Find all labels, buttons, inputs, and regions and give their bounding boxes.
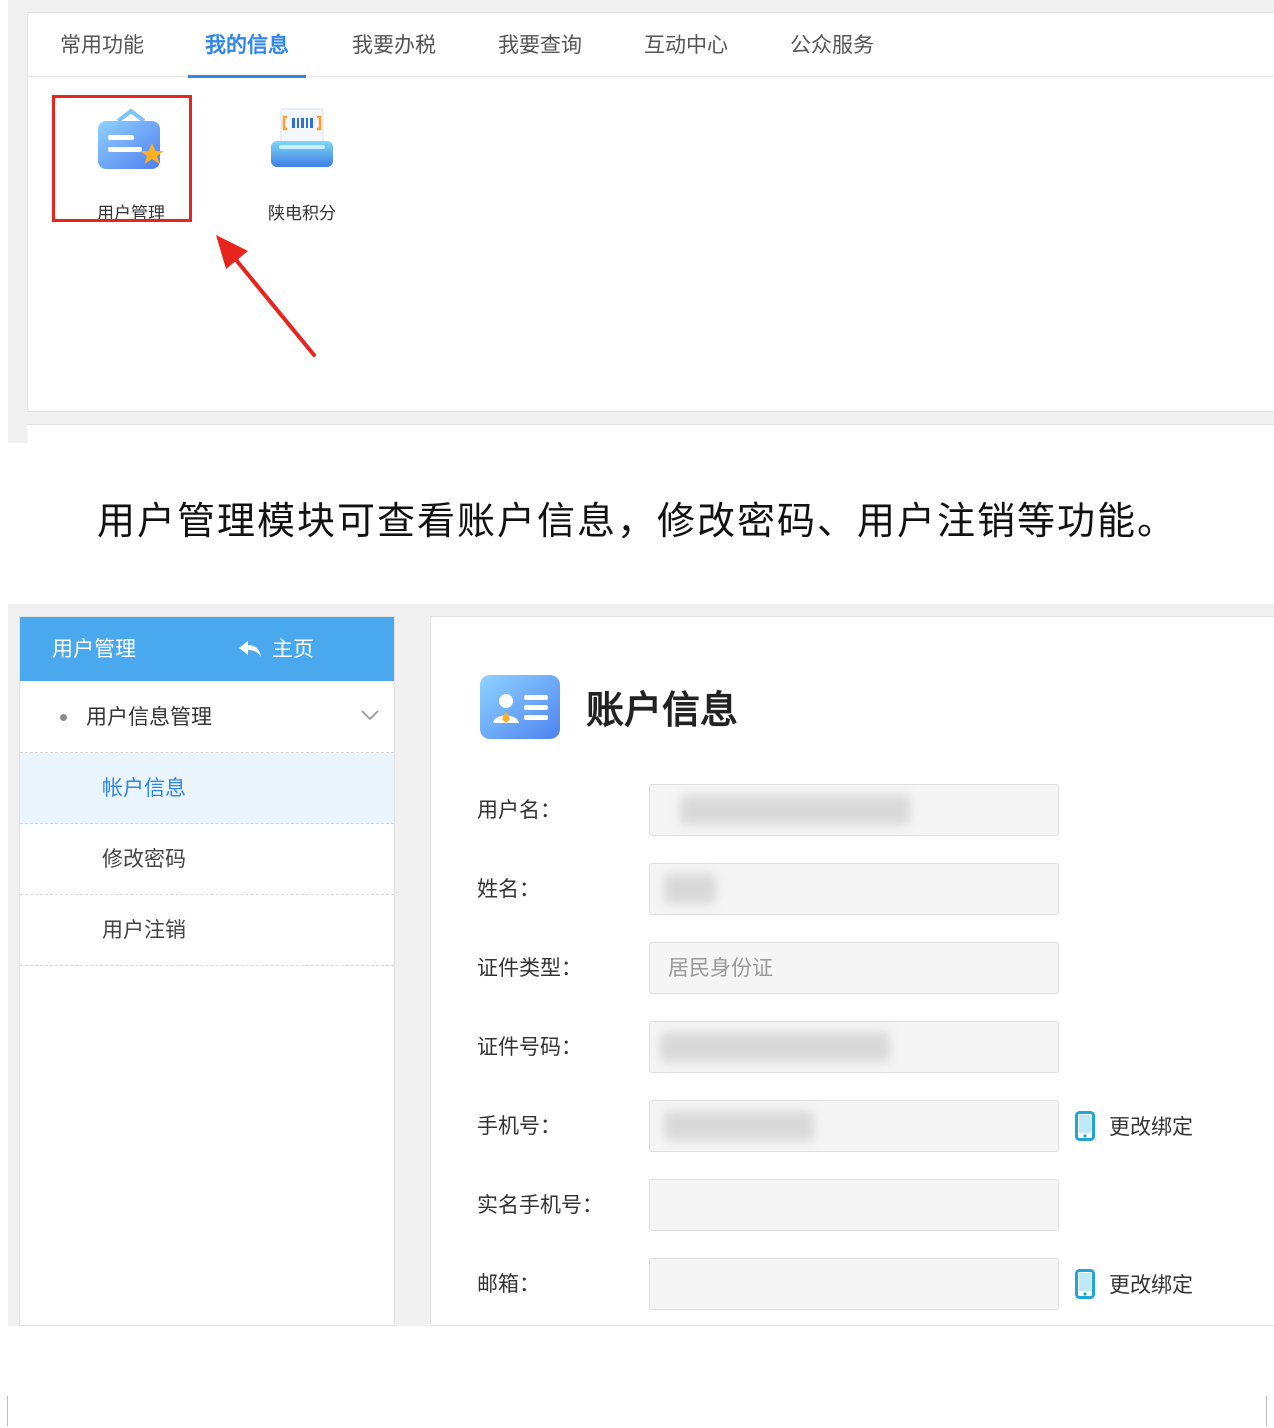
sidebar-item-deregister[interactable]: 用户注销 [20,895,394,966]
highlight-box [52,95,192,222]
field-realname-phone: 实名手机号： [431,1179,1274,1231]
tab-my-info[interactable]: 我的信息 [188,13,306,78]
id-type-input[interactable]: 居民身份证 [649,942,1059,994]
tab-tax-filing[interactable]: 我要办税 [350,13,438,77]
id-number-input[interactable] [649,1021,1059,1073]
red-arrow-annotation [216,235,316,357]
redacted-blur [664,874,716,904]
tab-public-services[interactable]: 公众服务 [788,13,876,77]
page-corner-mark-right [1266,1396,1274,1426]
field-name: 姓名： [431,863,1274,915]
redacted-blur [680,795,910,825]
email-input[interactable] [649,1258,1059,1310]
field-phone: 手机号： 更改绑定 [431,1100,1274,1152]
mobile-phone-icon [1075,1269,1095,1299]
home-label: 主页 [272,637,314,661]
field-id-type: 证件类型： 居民身份证 [431,942,1274,994]
caption-text: 用户管理模块可查看账户信息，修改密码、用户注销等功能。 [96,499,1177,543]
sidebar-item-change-password[interactable]: 修改密码 [20,824,394,895]
tab-query[interactable]: 我要查询 [496,13,584,77]
field-label: 用户名： [477,798,561,822]
bullet-dot [60,714,67,721]
field-email: 邮箱： 更改绑定 [431,1258,1274,1310]
account-info-panel: 账户信息 用户名： 姓名： 证件类型： 居民身份证 证件号码： 手机号： 更改绑… [430,616,1274,1326]
change-binding-email-button[interactable]: 更改绑定 [1075,1258,1193,1310]
top-screenshot: 常用功能 我的信息 我要办税 我要查询 互动中心 公众服务 用户管理 陕电积分 [8,0,1274,443]
username-input[interactable] [649,784,1059,836]
sidebar-item-account-info[interactable]: 帐户信息 [20,753,394,824]
card-bottom-edge [27,424,1274,443]
home-link[interactable]: 主页 [238,617,314,681]
sidebar-title: 用户管理 [52,637,136,661]
name-input[interactable] [649,863,1059,915]
app-label: 陕电积分 [268,204,336,224]
field-label: 邮箱： [477,1272,540,1296]
phone-input[interactable] [649,1100,1059,1152]
app-shaanxi-tax-points[interactable]: 陕电积分 [242,101,362,224]
sidebar-group-user-info[interactable]: 用户信息管理 [20,681,394,753]
field-label: 证件类型： [477,956,582,980]
field-label: 手机号： [477,1114,561,1138]
page-title: 账户信息 [586,688,739,732]
field-label: 实名手机号： [477,1193,603,1217]
field-label: 姓名： [477,877,540,901]
realname-phone-input[interactable] [649,1179,1059,1231]
page-corner-mark-left [0,1396,8,1426]
change-binding-label: 更改绑定 [1109,1273,1193,1297]
sidebar-group-label: 用户信息管理 [86,705,212,729]
change-binding-label: 更改绑定 [1109,1115,1193,1139]
field-label: 证件号码： [477,1035,582,1059]
id-card-icon [480,675,560,739]
tab-common-functions[interactable]: 常用功能 [58,13,146,77]
field-id-number: 证件号码： [431,1021,1274,1073]
sidebar: 用户管理 主页 用户信息管理 帐户信息 修改密码 用户注销 [19,616,395,1326]
top-tabbar: 常用功能 我的信息 我要办税 我要查询 互动中心 公众服务 [28,13,1274,78]
back-arrow-icon [239,641,261,657]
redacted-blur [660,1032,890,1062]
sidebar-header: 用户管理 主页 [20,617,394,681]
field-username: 用户名： [431,784,1274,836]
barcode-printer-icon [271,108,333,167]
redacted-blur [664,1111,814,1141]
bottom-screenshot: 用户管理 主页 用户信息管理 帐户信息 修改密码 用户注销 账户信息 用户名： … [8,604,1274,1326]
my-info-card: 常用功能 我的信息 我要办税 我要查询 互动中心 公众服务 用户管理 陕电积分 [27,12,1274,412]
change-binding-phone-button[interactable]: 更改绑定 [1075,1100,1193,1152]
chevron-down-icon [361,710,379,721]
mobile-phone-icon [1075,1111,1095,1141]
tab-interaction-center[interactable]: 互动中心 [642,13,730,77]
